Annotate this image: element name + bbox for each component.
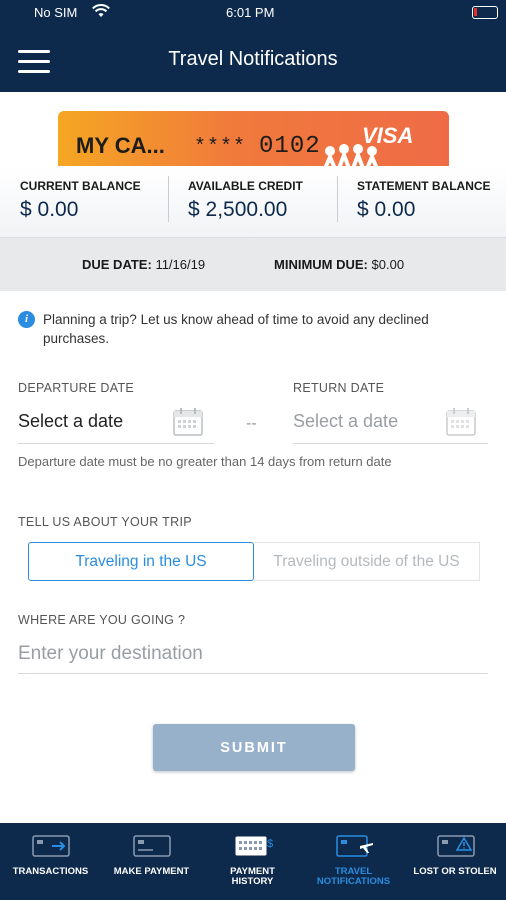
available-credit-value: $ 2,500.00	[188, 198, 288, 221]
tab-payment-history-label: PAYMENT HISTORY	[230, 866, 275, 887]
tab-make-payment[interactable]: MAKE PAYMENT	[101, 823, 202, 900]
info-message: i Planning a trip? Let us know ahead of …	[18, 310, 488, 348]
calendar-dollar-icon: $	[235, 835, 273, 862]
destination-input[interactable]	[18, 634, 488, 674]
date-separator: --	[246, 415, 257, 432]
bottom-tab-bar: TRANSACTIONS MAKE PAYMENT $ PAYMENT HIST…	[0, 823, 506, 900]
current-balance-value: $ 0.00	[20, 198, 79, 221]
minimum-due: MINIMUM DUE: $0.00	[274, 257, 405, 272]
statement-balance-value: $ 0.00	[357, 198, 416, 221]
balance-summary: CURRENT BALANCE $ 0.00 AVAILABLE CREDIT …	[0, 166, 506, 238]
tab-payment-history[interactable]: $ PAYMENT HISTORY	[202, 823, 303, 900]
wifi-icon	[92, 4, 110, 21]
departure-date-value: Select a date	[18, 411, 124, 431]
card-icon	[133, 835, 171, 862]
tab-make-payment-label: MAKE PAYMENT	[113, 866, 190, 877]
tab-lost-or-stolen-label: LOST OR STOLEN	[413, 866, 497, 877]
statement-balance-label: STATEMENT BALANCE	[357, 179, 491, 193]
return-date-placeholder: Select a date	[293, 411, 399, 431]
statement-balance: STATEMENT BALANCE $ 0.00	[338, 166, 506, 238]
destination-label: WHERE ARE YOU GOING ?	[18, 613, 186, 627]
battery-icon	[472, 6, 498, 19]
submit-button[interactable]: SUBMIT	[153, 724, 355, 771]
card-plane-icon	[336, 835, 374, 862]
current-balance: CURRENT BALANCE $ 0.00	[0, 166, 168, 238]
departure-date-label: DEPARTURE DATE	[18, 381, 135, 395]
visa-logo: VISA	[362, 123, 414, 148]
due-summary: DUE DATE: 11/16/19 MINIMUM DUE: $0.00	[0, 238, 506, 291]
info-text: Planning a trip? Let us know ahead of ti…	[43, 312, 429, 346]
calendar-icon[interactable]	[445, 406, 477, 443]
carrier-label: No SIM	[34, 5, 78, 20]
tab-travel-notifications-label: TRAVEL NOTIFICATIONS	[316, 866, 391, 887]
page-title: Travel Notifications	[168, 48, 338, 70]
tab-travel-notifications[interactable]: TRAVEL NOTIFICATIONS	[303, 823, 404, 900]
status-bar: No SIM 6:01 PM	[0, 0, 506, 26]
due-date: DUE DATE: 11/16/19	[82, 257, 206, 272]
toggle-traveling-us[interactable]: Traveling in the US	[28, 542, 254, 581]
clock: 6:01 PM	[226, 5, 275, 20]
current-balance-label: CURRENT BALANCE	[20, 179, 141, 193]
credit-card-image[interactable]: MY CA... **** 0102 VISA	[58, 111, 449, 166]
card-carousel[interactable]: MY CA... **** 0102 VISA	[0, 92, 506, 166]
card-arrow-icon	[32, 835, 70, 862]
app-header: Travel Notifications	[0, 26, 506, 92]
return-date-label: RETURN DATE	[293, 381, 385, 395]
trip-label: TELL US ABOUT YOUR TRIP	[18, 515, 192, 529]
toggle-traveling-outside-us[interactable]: Traveling outside of the US	[254, 542, 480, 581]
tab-transactions[interactable]: TRANSACTIONS	[0, 823, 101, 900]
tab-transactions-label: TRANSACTIONS	[12, 866, 89, 877]
card-number: **** 0102	[194, 133, 321, 160]
available-credit: AVAILABLE CREDIT $ 2,500.00	[169, 166, 337, 238]
info-icon: i	[18, 311, 35, 328]
card-alert-icon	[437, 835, 475, 862]
card-name: MY CA...	[76, 133, 165, 158]
calendar-icon[interactable]	[172, 406, 204, 443]
date-hint: Departure date must be no greater than 1…	[18, 454, 392, 469]
svg-text:$: $	[267, 838, 273, 850]
departure-date-field[interactable]: Select a date	[18, 406, 214, 444]
tab-lost-or-stolen[interactable]: LOST OR STOLEN	[404, 823, 506, 900]
available-credit-label: AVAILABLE CREDIT	[188, 179, 303, 193]
return-date-field[interactable]: Select a date	[293, 406, 488, 444]
